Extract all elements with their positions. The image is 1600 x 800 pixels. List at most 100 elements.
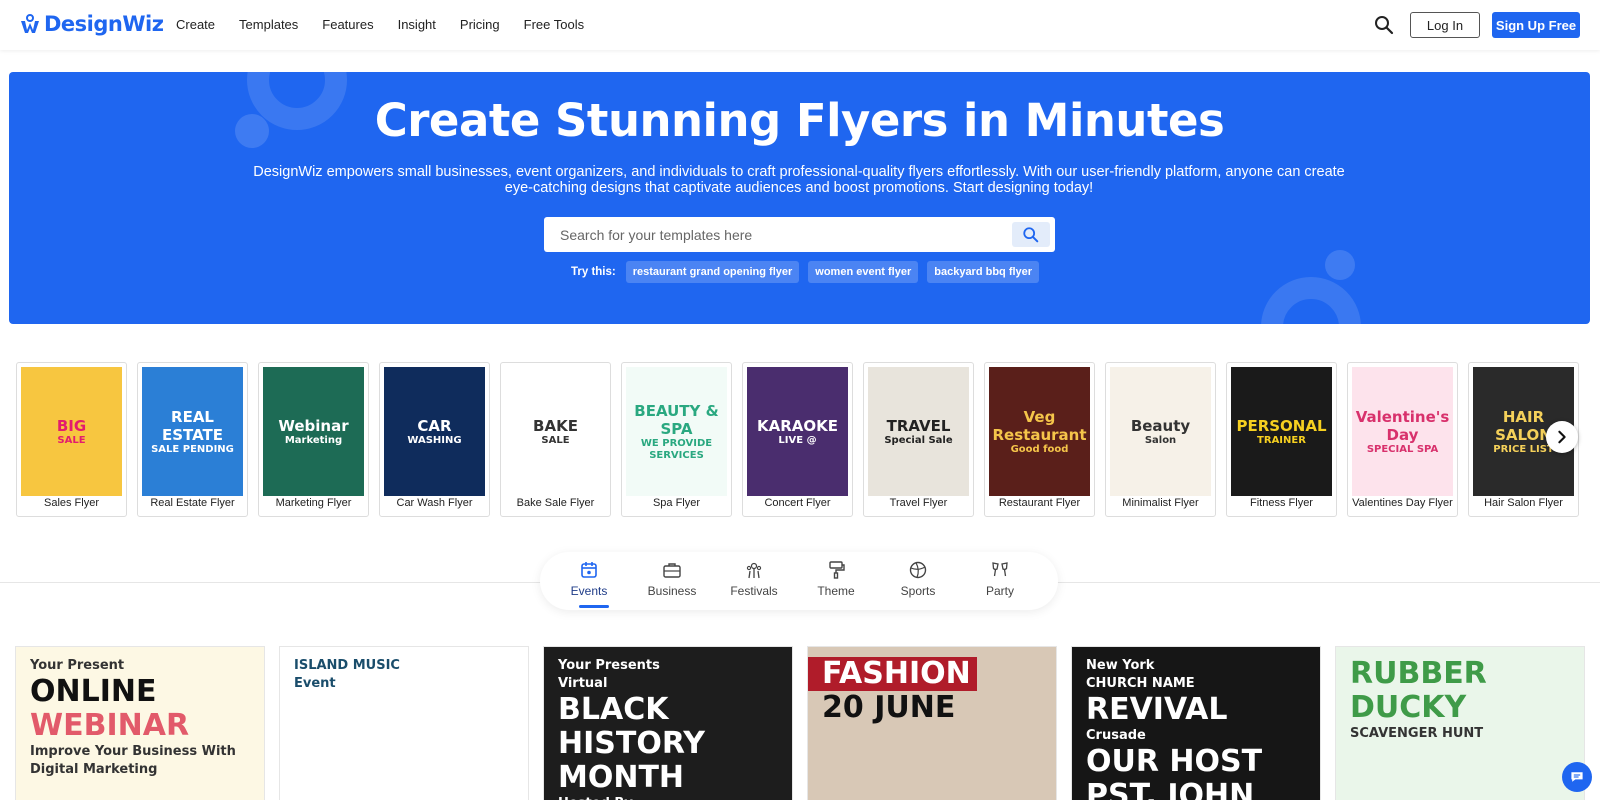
flyer-type-label: Marketing Flyer	[275, 497, 352, 509]
flyer-type-card[interactable]: Webinar Marketing Marketing Flyer	[258, 362, 369, 517]
template-card-fashion[interactable]: FASHION 20 JUNE	[807, 646, 1057, 800]
template-text: DUCKY	[1350, 690, 1467, 725]
tab-festivals[interactable]: Festivals	[719, 560, 789, 608]
thumbnail-text: Beauty	[1130, 416, 1191, 435]
hero-banner: Create Stunning Flyers in Minutes Design…	[9, 72, 1590, 324]
template-text: BLACK	[558, 692, 669, 727]
thumbnail-text: SALE	[541, 434, 570, 446]
template-text: Your Presents	[558, 658, 660, 673]
login-button[interactable]: Log In	[1410, 12, 1480, 38]
flyer-type-label: Sales Flyer	[43, 497, 100, 509]
briefcase-icon	[663, 563, 681, 578]
flyer-type-card[interactable]: Beauty Salon Minimalist Flyer	[1105, 362, 1216, 517]
flyer-thumbnail: Veg Restaurant Good food	[989, 367, 1090, 496]
thumbnail-text: REAL ESTATE	[161, 407, 224, 444]
template-card-island-music-event[interactable]: ISLAND MUSIC Event	[279, 646, 529, 800]
template-text: RUBBER	[1350, 656, 1487, 691]
thumbnail-text: LIVE @	[778, 434, 817, 446]
flyer-type-card[interactable]: PERSONAL TRAINER Fitness Flyer	[1226, 362, 1337, 517]
template-card-online-webinar[interactable]: Your Present ONLINE WEBINAR Improve Your Bu…	[15, 646, 265, 800]
flyer-type-label: Fitness Flyer	[1250, 497, 1313, 509]
tab-sports[interactable]: Sports	[883, 560, 953, 608]
decor-ring	[1261, 277, 1361, 324]
menu-item-free-tools[interactable]: Free Tools	[524, 17, 584, 32]
calendar-icon	[581, 562, 597, 578]
flyer-thumbnail: PERSONAL TRAINER	[1231, 367, 1332, 496]
flyer-thumbnail: Webinar Marketing	[263, 367, 364, 496]
tab-events[interactable]: Events	[554, 560, 624, 608]
hero-description: DesignWiz empowers small businesses, eve…	[253, 164, 1345, 196]
signup-button[interactable]: Sign Up Free	[1492, 12, 1580, 38]
template-text: Your Present	[30, 658, 125, 673]
thumbnail-text: Veg Restaurant	[992, 407, 1087, 444]
flyer-thumbnail: CAR WASHING	[384, 367, 485, 496]
cheers-icon	[992, 562, 1008, 577]
flyer-type-card[interactable]: TRAVEL Special Sale Travel Flyer	[863, 362, 974, 517]
thumbnail-text: Marketing	[284, 434, 343, 446]
thumbnail-text: WE PROVIDE SERVICES	[640, 437, 713, 461]
menu-item-templates[interactable]: Templates	[239, 17, 298, 32]
tab-label: Business	[647, 584, 697, 598]
main-menu: Create Templates Features Insight Pricin…	[176, 17, 608, 32]
flyer-type-card[interactable]: Veg Restaurant Good food Restaurant Flyer	[984, 362, 1095, 517]
tab-label: Party	[985, 584, 1014, 598]
template-text: SCAVENGER HUNT	[1350, 726, 1484, 741]
thumbnail-text: Webinar	[278, 416, 349, 435]
flyer-type-label: Travel Flyer	[889, 497, 948, 509]
thumbnail-text: BAKE	[533, 416, 578, 435]
thumbnail-text: BIG	[56, 416, 87, 435]
menu-item-create[interactable]: Create	[176, 17, 215, 32]
tab-label: Theme	[817, 584, 855, 598]
flyer-type-label: Restaurant Flyer	[998, 497, 1081, 509]
thumbnail-text: SALE	[57, 434, 86, 446]
flyer-type-card[interactable]: CAR WASHING Car Wash Flyer	[379, 362, 490, 517]
flyer-type-label: Spa Flyer	[652, 497, 701, 509]
flyer-type-card[interactable]: REAL ESTATE SALE PENDING Real Estate Flyer	[137, 362, 248, 517]
menu-item-features[interactable]: Features	[322, 17, 373, 32]
template-text: Hosted By	[544, 795, 792, 800]
search-icon[interactable]	[1374, 15, 1394, 35]
template-text: Crusade	[1086, 728, 1146, 743]
thumbnail-text: CAR	[417, 416, 452, 435]
tab-party[interactable]: Party	[965, 560, 1035, 608]
menu-item-insight[interactable]: Insight	[398, 17, 436, 32]
carousel-next-button[interactable]	[1546, 421, 1578, 453]
template-text: 20 JUNE	[822, 690, 956, 725]
tab-label: Events	[570, 584, 608, 598]
template-text: ONLINE	[30, 674, 157, 709]
thumbnail-text: SALE PENDING	[151, 443, 234, 455]
tab-theme[interactable]: Theme	[801, 560, 871, 608]
suggestion-chip[interactable]: backyard bbq flyer	[927, 261, 1040, 283]
flyer-thumbnail: Beauty Salon	[1110, 367, 1211, 496]
template-search-input[interactable]	[544, 217, 1004, 252]
top-navbar: DesignWiz Create Templates Features Insi…	[0, 0, 1600, 50]
template-text: REVIVAL	[1086, 692, 1228, 727]
thumbnail-text: BEAUTY & SPA	[634, 401, 719, 438]
flyer-type-card[interactable]: BAKE SALE Bake Sale Flyer	[500, 362, 611, 517]
flyer-type-card[interactable]: BEAUTY & SPA WE PROVIDE SERVICES Spa Flyer	[621, 362, 732, 517]
template-text: HISTORY	[558, 726, 706, 761]
thumbnail-text: TRAINER	[1257, 434, 1306, 446]
thumbnail-text: Valentine's Day	[1355, 407, 1450, 444]
menu-item-pricing[interactable]: Pricing	[460, 17, 500, 32]
flyer-type-card[interactable]: BIG SALE Sales Flyer	[16, 362, 127, 517]
flyer-type-card[interactable]: KARAOKE LIVE @ Concert Flyer	[742, 362, 853, 517]
template-card-revival-crusade[interactable]: New York CHURCH NAME REVIVAL Crusade OUR HOS…	[1071, 646, 1321, 800]
thumbnail-text: SPECIAL SPA	[1366, 443, 1439, 455]
thumbnail-text: Salon	[1144, 434, 1177, 446]
suggestion-chip[interactable]: women event flyer	[808, 261, 919, 283]
template-card-black-history-month[interactable]: Your Presents VirtualBLACKHISTORYMONTHHos…	[543, 646, 793, 800]
flyer-thumbnail: BIG SALE	[21, 367, 122, 496]
tab-business[interactable]: Business	[637, 560, 707, 608]
flyer-thumbnail: BEAUTY & SPA WE PROVIDE SERVICES	[626, 367, 727, 496]
flyer-thumbnail: Valentine's Day SPECIAL SPA	[1352, 367, 1453, 496]
chat-support-button[interactable]	[1562, 762, 1592, 792]
flyer-type-label: Minimalist Flyer	[1122, 497, 1199, 509]
template-text: New York	[1086, 658, 1155, 673]
search-submit-button[interactable]	[1012, 222, 1050, 247]
designwiz-logo[interactable]: DesignWiz	[18, 12, 164, 36]
flyer-type-card[interactable]: Valentine's Day SPECIAL SPA Valentines Day…	[1347, 362, 1458, 517]
suggestion-chip[interactable]: restaurant grand opening flyer	[625, 261, 800, 283]
template-card-rubber-ducky[interactable]: RUBBER DUCKY SCAVENGER HUNT	[1335, 646, 1585, 800]
thumbnail-text: PERSONAL	[1236, 416, 1327, 435]
